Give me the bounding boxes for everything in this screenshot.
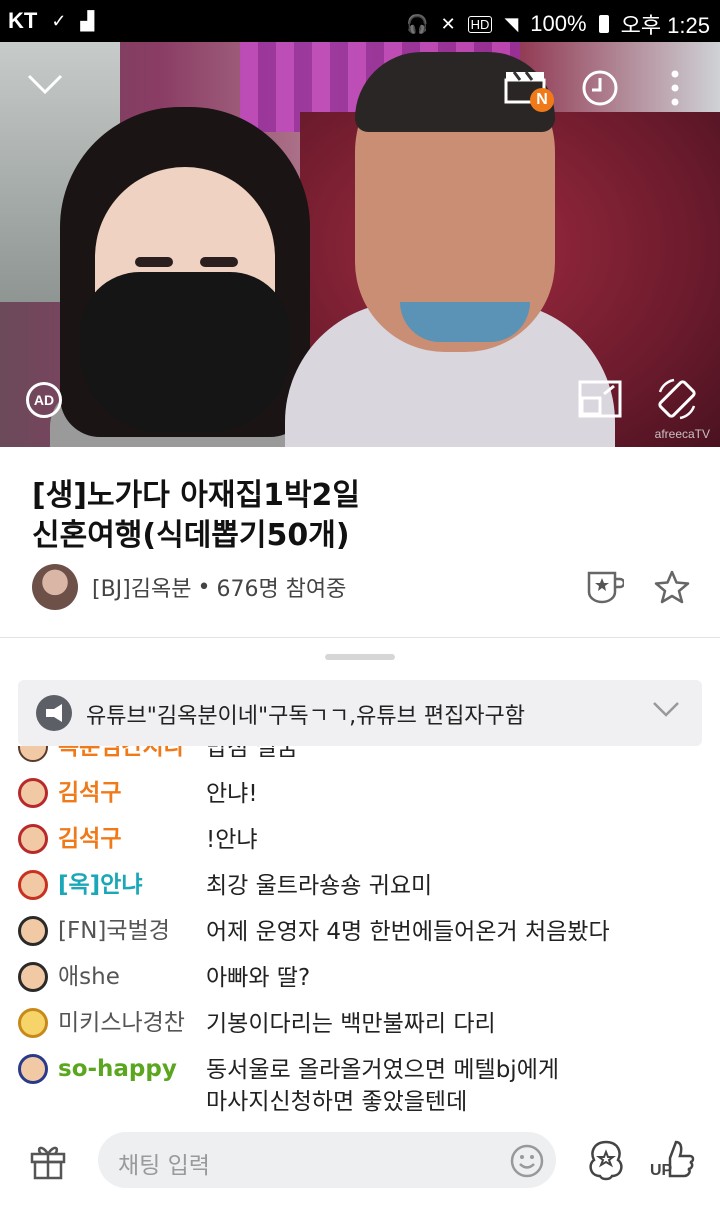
up-label: UP — [650, 1162, 673, 1179]
up-button[interactable]: UP — [650, 1136, 696, 1186]
chat-message: !안냐 — [206, 827, 258, 853]
hd-voice-icon: HD — [467, 15, 493, 33]
pip-icon[interactable] — [578, 380, 622, 418]
new-badge: N — [530, 88, 554, 112]
collapse-chevron-icon[interactable] — [26, 72, 64, 96]
chat-row: 미키스나경찬 — [18, 1008, 228, 1038]
bottom-bar: 채팅 입력 UP — [0, 1118, 720, 1206]
chat-message: 기봉이다리는 백만불짜리 다리 — [206, 1011, 496, 1037]
chat-nick[interactable]: [FN]국벌경 — [58, 916, 228, 946]
bj-name[interactable]: [BJ]김옥분 — [92, 571, 191, 603]
chat-list[interactable]: 옥분님간지나 맙점 필굼 김석구 안냐! 김석구 !안냐 [옥]안냐 최강 울트라숑숑 귀… — [0, 746, 720, 1118]
section-divider — [0, 637, 720, 638]
chat-input[interactable]: 채팅 입력 — [98, 1132, 556, 1188]
chat-nick[interactable]: [옥]안냐 — [58, 870, 228, 900]
notice-banner[interactable]: 유튜브"김옥분이네"구독ㄱㄱ,유튜브 편집자구함 — [18, 680, 702, 746]
fan-cup-icon[interactable] — [586, 570, 624, 604]
chat-row: so-happy — [18, 1054, 228, 1084]
user-face-icon — [18, 1008, 48, 1038]
mute-icon: ✕ — [440, 13, 456, 34]
user-face-icon — [18, 1054, 48, 1084]
rotate-screen-icon[interactable] — [654, 376, 700, 422]
carrier-label: KT — [8, 8, 38, 33]
chat-input-placeholder: 채팅 입력 — [118, 1153, 210, 1179]
activity-icon: ▟ — [80, 10, 95, 31]
chevron-down-icon[interactable] — [652, 700, 680, 718]
wifi-signal-icon: ◥ — [504, 13, 519, 34]
battery-icon — [598, 15, 609, 33]
user-face-icon — [18, 962, 48, 992]
chat-row: [옥]안냐 — [18, 870, 228, 900]
chat-row-partial: 옥분님간지나 — [18, 746, 228, 762]
chat-message-continued: 마사지신청하면 좋았을텐데 — [206, 1089, 468, 1115]
bj-avatar[interactable] — [32, 564, 78, 610]
chat-nick[interactable]: 애she — [58, 962, 228, 992]
user-face-icon — [18, 824, 48, 854]
chat-row: [FN]국벌경 — [18, 916, 228, 946]
bj-info[interactable]: [BJ]김옥분 • 676명 참여중 — [32, 562, 346, 612]
chat-message: 동서울로 올라올거였으면 메텔bj에게 — [206, 1057, 560, 1083]
chat-message: 어제 운영자 4명 한번에들어온거 처음봤다 — [206, 919, 610, 945]
viewer-count: 676명 참여중 — [216, 577, 347, 602]
chat-row: 김석구 — [18, 824, 228, 854]
blue-mask — [400, 302, 530, 342]
battery-percent: 100% — [530, 11, 587, 36]
chat-nick[interactable]: so-happy — [58, 1054, 228, 1084]
chat-message: 맙점 필굼 — [206, 746, 298, 761]
user-face-icon — [18, 746, 48, 762]
chat-row: 애she — [18, 962, 228, 992]
emoji-icon[interactable] — [510, 1144, 544, 1178]
chat-message: 최강 울트라숑숑 귀요미 — [206, 873, 433, 899]
chat-nick[interactable]: 김석구 — [58, 778, 228, 808]
meta-separator: • — [197, 574, 211, 600]
star-balloon-icon[interactable] — [584, 1138, 628, 1182]
user-face-icon — [18, 870, 48, 900]
user-face-icon — [18, 916, 48, 946]
black-mask — [80, 272, 290, 432]
megaphone-icon — [36, 695, 72, 731]
notice-text: 유튜브"김옥분이네"구독ㄱㄱ,유튜브 편집자구함 — [86, 704, 526, 729]
more-options-icon[interactable] — [664, 68, 686, 108]
status-bar: KT ✓ ▟ 🎧 ✕ HD ◥ 100% 오후 1:25 — [0, 0, 720, 42]
streamer-man — [285, 52, 615, 447]
clock: 오후 1:25 — [620, 13, 710, 38]
favorite-star-icon[interactable] — [654, 570, 690, 604]
title-line-2: 신혼여행(식데뽑기50개) — [32, 518, 350, 553]
gift-icon[interactable] — [28, 1140, 68, 1180]
chat-nick[interactable]: 김석구 — [58, 824, 228, 854]
vod-clapper-button[interactable]: N — [504, 70, 554, 116]
timer-icon[interactable] — [580, 68, 620, 108]
video-player[interactable]: N AD afreecaTV — [0, 42, 720, 447]
download-check-icon: ✓ — [51, 10, 67, 31]
ad-button[interactable]: AD — [26, 382, 62, 418]
title-line-1: [생]노가다 아재집1박2일 — [32, 478, 361, 513]
headset-icon: 🎧 — [406, 13, 429, 34]
chat-row: 김석구 — [18, 778, 228, 808]
chat-nick[interactable]: 옥분님간지나 — [58, 746, 228, 762]
chat-message: 아빠와 딸? — [206, 965, 311, 991]
chat-message: 안냐! — [206, 781, 258, 807]
streamer-woman — [50, 97, 320, 447]
chat-drag-handle[interactable] — [325, 654, 395, 660]
broadcast-title: [생]노가다 아재집1박2일 신혼여행(식데뽑기50개) — [32, 476, 652, 556]
user-face-icon — [18, 778, 48, 808]
chat-nick[interactable]: 미키스나경찬 — [58, 1008, 228, 1038]
afreeca-watermark: afreecaTV — [654, 427, 710, 441]
